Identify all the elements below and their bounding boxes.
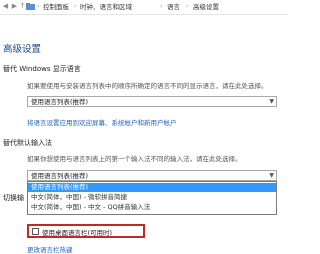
apply-language-settings-link[interactable]: 将语言设置应用到欢迎屏幕、系统帐户和新用户帐户 <box>27 117 177 127</box>
chevron-down-icon: ▼ <box>269 98 274 105</box>
breadcrumb-item-clock-language[interactable]: 时钟、语言和区域 <box>80 2 132 12</box>
breadcrumb-separator: › <box>74 3 77 10</box>
display-language-dropdown[interactable]: 使用语言列表(推荐) ▼ <box>27 96 277 107</box>
display-language-heading: 替代 Windows 显示语言 <box>3 65 81 73</box>
breadcrumb-item-language[interactable]: 语言 <box>167 2 180 12</box>
input-method-option[interactable]: 中文(简体，中国) - 中文 - QQ拼音输入法 <box>28 203 276 212</box>
control-panel-icon <box>26 3 35 10</box>
input-method-description: 如果你想使用与语言列表上的第一个输入法不同的输入法，请在此处选择。 <box>27 155 242 163</box>
language-bar-checkbox-label[interactable]: 使用桌面语言栏(可用时) <box>42 227 112 237</box>
breadcrumb-item-control-panel[interactable]: 控制面板 <box>43 2 69 12</box>
input-method-option[interactable]: 中文(简体，中国) - 微软拼音简捷 <box>28 193 276 202</box>
breadcrumb-item-advanced[interactable]: 高级设置 <box>193 2 219 12</box>
change-language-bar-hotkeys-link[interactable]: 更改语言栏热键 <box>27 244 73 254</box>
page-title: 高级设置 <box>3 44 42 55</box>
input-method-dropdown[interactable]: 使用语言列表(推荐) ▼ <box>27 170 277 181</box>
display-language-description: 如果要使用与安装语言列表中的顺序所确定的语言不同的显示语言，请在此处选择。 <box>27 82 268 90</box>
breadcrumb-separator: › <box>37 3 40 10</box>
breadcrumb-separator: › <box>160 3 163 10</box>
input-method-options-list[interactable]: 使用语言列表(推荐) 中文(简体，中国) - 微软拼音简捷 中文(简体，中国) … <box>27 181 277 215</box>
breadcrumb-separator: › <box>186 3 189 10</box>
chevron-down-icon: ▼ <box>269 172 274 179</box>
input-method-heading: 替代默认输入法 <box>3 139 52 147</box>
language-bar-checkbox[interactable] <box>32 228 39 235</box>
display-language-selected: 使用语言列表(推荐) <box>31 98 89 106</box>
input-method-option[interactable]: 使用语言列表(推荐) <box>28 183 276 192</box>
switch-input-label: 切换输 <box>3 194 24 202</box>
input-method-selected: 使用语言列表(推荐) <box>31 172 89 180</box>
back-arrow-icon[interactable]: ◀ <box>1 2 10 11</box>
